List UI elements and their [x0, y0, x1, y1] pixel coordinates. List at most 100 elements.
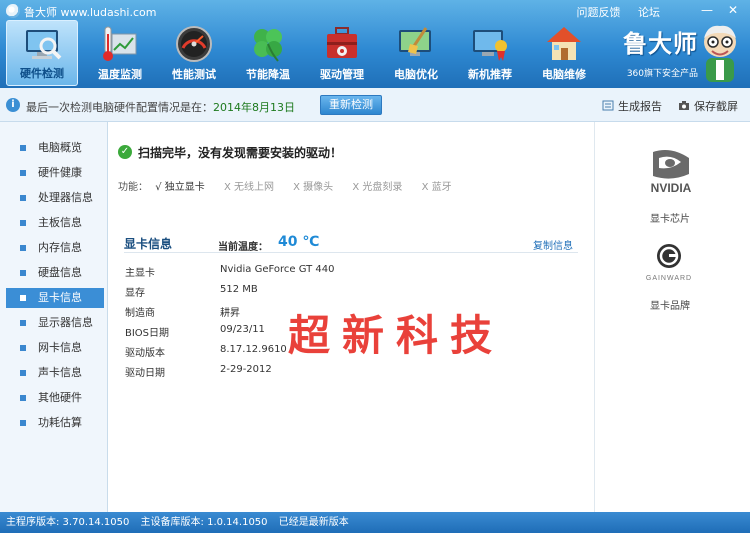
sidebar-item-label: 硬盘信息: [38, 266, 82, 279]
bullet-icon: [20, 420, 26, 426]
info-row-value: 2-29-2012: [220, 364, 272, 375]
generate-report-button[interactable]: 生成报告: [602, 98, 662, 114]
brand-area: 鲁大师 360旗下安全产品: [606, 22, 742, 84]
sidebar-item-cpu[interactable]: 处理器信息: [6, 188, 104, 208]
last-scan-label: 最后一次检测电脑硬件配置情况是在：: [26, 101, 213, 114]
sidebar-item-label: 处理器信息: [38, 191, 93, 204]
functions-label: 功能：: [118, 182, 148, 193]
status-bar: 主程序版本: 3.70.14.1050 主设备库版本: 1.0.14.1050 …: [0, 512, 750, 533]
bullet-icon: [20, 320, 26, 326]
tab-label: 性能测试: [172, 68, 216, 81]
sidebar-item-health[interactable]: 硬件健康: [6, 163, 104, 183]
temperature-label: 当前温度：: [218, 242, 268, 253]
bullet-icon: [20, 220, 26, 226]
brand-slogan: 360旗下安全产品: [626, 69, 698, 79]
tab-label: 硬件检测: [20, 67, 64, 80]
sidebar-item-other[interactable]: 其他硬件: [6, 388, 104, 408]
sidebar-item-memory[interactable]: 内存信息: [6, 238, 104, 258]
save-screenshot-button[interactable]: 保存截屏: [678, 98, 738, 114]
bullet-icon: [20, 270, 26, 276]
tab-new-pc[interactable]: 新机推荐: [454, 20, 526, 86]
speedometer-icon: [176, 26, 212, 62]
scan-result-message: 扫描完毕，没有发现需要安装的驱动！: [138, 146, 343, 160]
close-button[interactable]: ✕: [724, 3, 742, 17]
tab-hardware-detect[interactable]: 硬件检测: [6, 20, 78, 86]
sidebar-item-graphics[interactable]: 显卡信息: [6, 288, 104, 308]
tab-performance[interactable]: 性能测试: [158, 20, 230, 86]
brand-name: 鲁大师: [623, 29, 698, 58]
bullet-icon: [20, 245, 26, 251]
minimize-button[interactable]: —: [698, 3, 716, 17]
sidebar-item-overview[interactable]: 电脑概览: [6, 138, 104, 158]
sidebar-item-label: 显卡信息: [38, 291, 82, 304]
sidebar-item-motherboard[interactable]: 主板信息: [6, 213, 104, 233]
update-status: 已经是最新版本: [278, 517, 349, 528]
function-disc-burner: X 光盘刻录: [352, 182, 403, 193]
sidebar-item-label: 电脑概览: [38, 141, 82, 154]
tab-label: 新机推荐: [468, 68, 512, 81]
tab-label: 驱动管理: [320, 68, 364, 81]
sidebar-item-sound[interactable]: 声卡信息: [6, 363, 104, 383]
info-row-label: 制造商: [125, 308, 155, 319]
divider: [124, 252, 578, 253]
rescan-button[interactable]: 重新检测: [320, 95, 382, 115]
tab-label: 温度监测: [98, 68, 142, 81]
feedback-link[interactable]: 问题反馈: [577, 6, 621, 19]
info-row-label: BIOS日期: [125, 328, 170, 339]
thermometer-icon: [103, 26, 137, 61]
report-label: 生成报告: [618, 100, 662, 113]
section-title: 显卡信息: [124, 237, 173, 251]
sidebar-item-power[interactable]: 功耗估算: [6, 413, 104, 433]
bullet-icon: [20, 395, 26, 401]
nvidia-logo-text: NVIDIA: [651, 181, 692, 194]
tab-label: 节能降温: [246, 68, 290, 81]
camera-icon: [679, 101, 689, 110]
bullet-icon: [20, 370, 26, 376]
window-title: 鲁大师 www.ludashi.com: [24, 6, 157, 19]
sidebar-item-disk[interactable]: 硬盘信息: [6, 263, 104, 283]
nvidia-logo-icon: NVIDIA: [651, 150, 692, 194]
info-bar: i 最后一次检测电脑硬件配置情况是在：2014年8月13日 重新检测 生成报告 …: [0, 88, 750, 122]
last-scan-text: 最后一次检测电脑硬件配置情况是在：2014年8月13日: [26, 99, 295, 115]
main-panel: ✓ 扫描完毕，没有发现需要安装的驱动！ 功能： √ 独立显卡 X 无线上网 X …: [108, 122, 594, 512]
info-row-value: 512 MB: [220, 284, 258, 295]
info-row-value: Nvidia GeForce GT 440: [220, 264, 335, 275]
info-row-label: 主显卡: [125, 268, 155, 279]
temperature-value: 40 ℃: [278, 234, 320, 250]
gainward-logo-text: GAINWARD: [646, 275, 692, 282]
bullet-icon: [20, 295, 26, 301]
report-icon: [602, 100, 614, 111]
functions-row: 功能： √ 独立显卡 X 无线上网 X 摄像头 X 光盘刻录 X 蓝牙: [118, 178, 452, 193]
sidebar-item-label: 声卡信息: [38, 366, 82, 379]
gpu-brand-label: 显卡品牌: [650, 301, 690, 312]
monitor-award-icon: [473, 30, 507, 61]
copy-info-link[interactable]: 复制信息: [533, 237, 573, 252]
monitor-magnifier-icon: [26, 30, 62, 60]
gainward-logo-icon: GAINWARD: [646, 244, 692, 282]
info-row-label: 显存: [125, 288, 145, 299]
forum-link[interactable]: 论坛: [638, 6, 660, 19]
bullet-icon: [20, 170, 26, 176]
info-row-value: 8.17.12.9610: [220, 344, 287, 355]
sidebar-item-network[interactable]: 网卡信息: [6, 338, 104, 358]
sidebar-item-label: 主板信息: [38, 216, 82, 229]
tab-optimize[interactable]: 电脑优化: [380, 20, 452, 86]
right-panel: NVIDIA 显卡芯片 GAINWARD 显卡品牌: [594, 122, 750, 512]
sidebar: 电脑概览 硬件健康 处理器信息 主板信息 内存信息 硬盘信息 显卡信息 显示器信…: [0, 122, 108, 512]
tab-driver-manager[interactable]: 驱动管理: [306, 20, 378, 86]
info-row-label: 驱动版本: [125, 348, 165, 359]
tab-temperature[interactable]: 温度监测: [84, 20, 156, 86]
watermark-text: 超新科技: [288, 311, 505, 360]
sidebar-item-display[interactable]: 显示器信息: [6, 313, 104, 333]
toolbox-icon: [327, 27, 357, 58]
tab-repair[interactable]: 电脑维修: [528, 20, 600, 86]
bullet-icon: [20, 195, 26, 201]
function-camera: X 摄像头: [293, 182, 334, 193]
clover-leaf-icon: [254, 29, 282, 62]
sidebar-item-label: 显示器信息: [38, 316, 93, 329]
sidebar-item-label: 网卡信息: [38, 341, 82, 354]
bullet-icon: [20, 345, 26, 351]
house-repair-icon: [547, 27, 581, 60]
tab-power-saving[interactable]: 节能降温: [232, 20, 304, 86]
sidebar-item-label: 功耗估算: [38, 416, 82, 429]
